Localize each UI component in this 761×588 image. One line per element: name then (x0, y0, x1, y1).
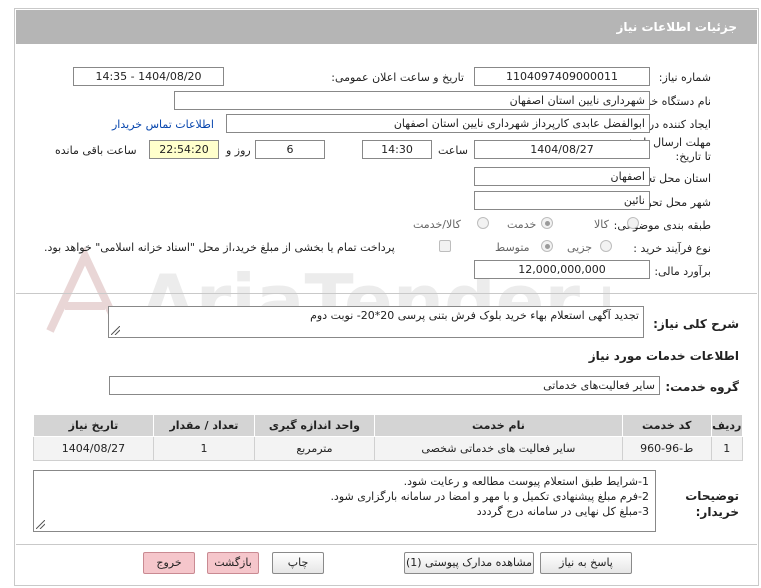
footer-separator (16, 544, 757, 545)
respond-button[interactable]: پاسخ به نیاز (540, 552, 632, 574)
notes-resize-handle-icon[interactable] (36, 520, 45, 529)
city-field: نائین (474, 191, 650, 210)
process-medium-label: متوسط (495, 241, 530, 254)
budget-label: برآورد مالی: (654, 265, 711, 278)
category-goods-label: کالا (594, 218, 609, 231)
buyer-notes-textarea[interactable]: 1-شرایط طبق استعلام پیوست مطالعه و رعایت… (33, 470, 656, 532)
separator (16, 293, 757, 294)
buyer-notes-label: توضیحات خریدار: (685, 489, 739, 519)
col-quantity: تعداد / مقدار (152, 414, 256, 437)
deadline-date-field: 1404/08/27 (474, 140, 650, 159)
cell-unit: مترمربع (254, 436, 375, 461)
category-radio-goods[interactable] (627, 217, 639, 229)
buyer-note-line: 3-مبلغ کل نهایی در سامانه درج گرددد (476, 505, 649, 518)
view-attachments-button[interactable]: مشاهده مدارک پیوستی (1) (404, 552, 534, 574)
col-service-code: کد خدمت (621, 414, 712, 437)
need-number-label: شماره نیاز: (658, 71, 711, 84)
description-textarea[interactable]: تجدید آگهی استعلام بهاء خرید بلوک فرش بت… (108, 306, 644, 338)
deadline-time-label: ساعت (438, 144, 468, 157)
cell-row-number: 1 (710, 436, 744, 461)
process-radio-partial[interactable] (600, 240, 612, 252)
services-table: ردیف کد خدمت نام خدمت واحد اندازه گیری ت… (33, 414, 744, 461)
service-group-field: سایر فعالیت‌های خدماتی (109, 376, 660, 395)
days-field: 6 (255, 140, 325, 159)
payment-checkbox[interactable] (439, 240, 451, 252)
category-service-label: خدمت (507, 218, 537, 231)
creator-field: ابوالفضل عابدی کارپرداز شهرداری نایین اس… (226, 114, 650, 133)
budget-field: 12,000,000,000 (474, 260, 650, 279)
col-need-date: تاریخ نیاز (33, 414, 154, 437)
announce-field: 1404/08/20 - 14:35 (73, 67, 224, 86)
col-service-name: نام خدمت (373, 414, 623, 437)
services-section-title: اطلاعات خدمات مورد نیاز (588, 349, 739, 363)
province-field: اصفهان (474, 167, 650, 186)
deadline-time-field: 14:30 (362, 140, 432, 159)
announce-label: تاریخ و ساعت اعلان عمومی: (331, 71, 464, 84)
need-number-field: 1104097409000011 (474, 67, 650, 86)
process-radio-medium[interactable] (541, 240, 553, 252)
remaining-label: ساعت باقی مانده (55, 144, 137, 157)
back-button[interactable]: بازگشت (207, 552, 259, 574)
page-title: جزئیات اطلاعات نیاز (616, 20, 737, 34)
table-header-row: ردیف کد خدمت نام خدمت واحد اندازه گیری ت… (33, 414, 744, 437)
exit-button[interactable]: خروج (143, 552, 195, 574)
description-label: شرح کلی نیاز: (653, 317, 739, 331)
buyer-note-line: 2-فرم مبلغ پیشنهادی تکمیل و با مهر و امض… (330, 490, 649, 503)
print-button[interactable]: چاپ (272, 552, 324, 574)
cell-service-name: سایر فعالیت های خدماتی شخصی (373, 436, 623, 461)
buyer-contact-link[interactable]: اطلاعات تماس خریدار (112, 118, 214, 131)
cell-service-code: ط-96-960 (621, 436, 712, 461)
cell-need-date: 1404/08/27 (33, 436, 154, 461)
col-unit: واحد اندازه گیری (254, 414, 375, 437)
days-label: روز و (226, 144, 251, 157)
category-goods-service-label: کالا/خدمت (413, 218, 461, 231)
buyer-org-field: شهرداری نایین استان اصفهان (174, 91, 650, 110)
payment-note: پرداخت تمام یا بخشی از مبلغ خرید،از محل … (44, 241, 395, 254)
category-radio-service[interactable] (541, 217, 553, 229)
process-label: نوع فرآیند خرید : (633, 242, 711, 255)
service-group-label: گروه خدمت: (665, 380, 739, 394)
title-bar: جزئیات اطلاعات نیاز (16, 10, 757, 44)
category-radio-goods-service[interactable] (477, 217, 489, 229)
cell-quantity: 1 (152, 436, 256, 461)
buyer-note-line: 1-شرایط طبق استعلام پیوست مطالعه و رعایت… (403, 475, 649, 488)
col-row-number: ردیف (710, 414, 744, 437)
remaining-time-field: 22:54:20 (149, 140, 219, 159)
resize-handle-icon[interactable] (111, 326, 120, 335)
table-row: 1 ط-96-960 سایر فعالیت های خدماتی شخصی م… (33, 436, 744, 461)
process-partial-label: جزیی (567, 241, 593, 254)
